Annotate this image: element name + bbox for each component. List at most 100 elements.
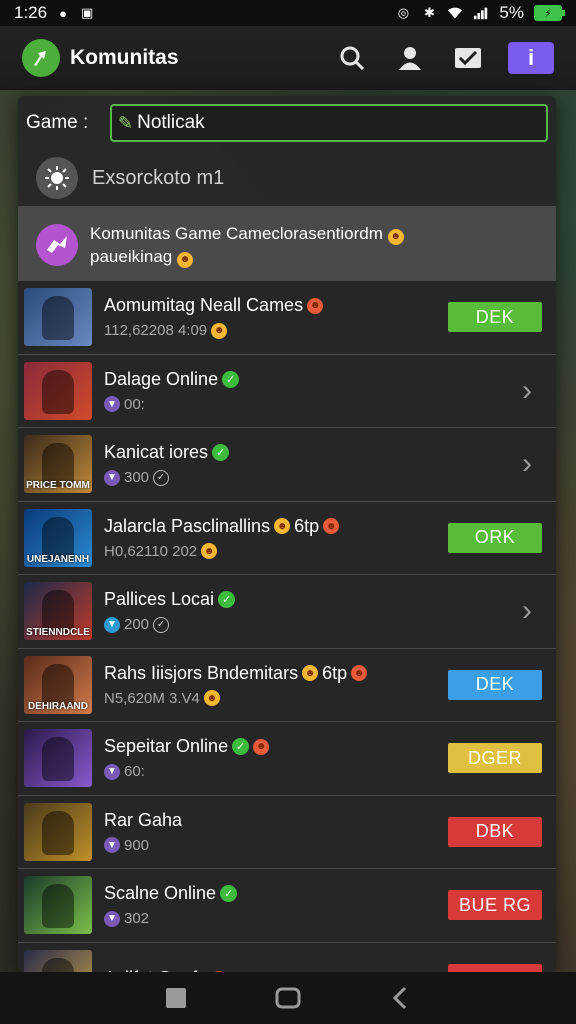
emoji-icon: ☻ bbox=[253, 738, 270, 755]
inbox-icon[interactable] bbox=[450, 40, 486, 76]
emoji-icon: ☻ bbox=[203, 690, 220, 707]
highlighted-suggestion-text: Komunitas Game Cameclorasentiordm ☻ paue… bbox=[90, 222, 404, 268]
game-info: Pallices Locai ✓ ▼ 200 ✓ bbox=[104, 589, 448, 633]
game-title: Pallices Locai ✓ bbox=[104, 589, 448, 610]
game-action-button[interactable]: DBK bbox=[448, 816, 542, 847]
game-subtitle: ▼ 00: bbox=[104, 396, 448, 413]
game-action-button[interactable]: DEK bbox=[448, 669, 542, 700]
game-list-item[interactable]: Rar Gaha ▼ 900 DBK bbox=[18, 794, 556, 868]
pencil-icon: ✎ bbox=[118, 112, 134, 133]
verified-icon: ✓ bbox=[218, 591, 236, 609]
game-list-item[interactable]: PRICE TOMM Kanicat iores ✓ ▼ 300 ✓ › bbox=[18, 427, 556, 501]
game-title: Scalne Online ✓ bbox=[104, 883, 448, 904]
chevron-right-icon[interactable]: › bbox=[448, 374, 542, 408]
verified-icon: ✓ bbox=[232, 738, 250, 756]
game-list: Aomumitag Neall Cames ☻ 112,62208 4:09 ☻ DEK… bbox=[18, 280, 556, 972]
game-info: Sepeitar Online ✓ ☻ ▼ 60: bbox=[104, 736, 448, 780]
game-thumbnail: UNEJANENH bbox=[24, 508, 92, 567]
highlighted-suggestion[interactable]: Komunitas Game Cameclorasentiordm ☻ paue… bbox=[18, 206, 556, 284]
emoji-icon: ☻ bbox=[211, 322, 228, 339]
game-info: Kanicat iores ✓ ▼ 300 ✓ bbox=[104, 442, 448, 486]
game-list-item[interactable]: Scalne Online ✓ ▼ 302 BUE RG bbox=[18, 868, 556, 942]
app-title: Komunitas bbox=[70, 46, 179, 69]
game-title: Jalarcla Pasclinallins ☻ 6tp ☻ bbox=[104, 516, 448, 537]
game-title: Sepeitar Online ✓ ☻ bbox=[104, 736, 448, 757]
gem-icon: ▼ bbox=[104, 469, 120, 486]
game-action-button[interactable]: BUE RG bbox=[448, 890, 542, 921]
game-title: Aomumitag Neall Cames ☻ bbox=[104, 295, 448, 316]
game-title-suffix: 6tp bbox=[294, 515, 320, 536]
gem-icon: ▼ bbox=[104, 763, 120, 780]
game-title: Rahs Iiisjors Bndemitars ☻ 6tp ☻ bbox=[104, 663, 448, 684]
game-thumbnail: STIENNDCLE bbox=[24, 582, 92, 641]
emoji-icon: ☻ bbox=[176, 251, 193, 268]
check-circle-icon: ✓ bbox=[153, 469, 170, 486]
game-info: Aomumitag Neall Cames ☻ 112,62208 4:09 ☻ bbox=[104, 295, 448, 339]
wifi-icon bbox=[447, 5, 463, 21]
battery-percent: 5% bbox=[499, 3, 524, 22]
notification-icon: ● bbox=[59, 5, 68, 21]
gem-icon: ▼ bbox=[104, 837, 120, 854]
filter-input[interactable]: ✎ Notlicak bbox=[110, 104, 548, 142]
game-list-item[interactable]: Aomumitag Neall Cames ☻ 112,62208 4:09 ☻ DEK bbox=[18, 280, 556, 354]
check-circle-icon: ✓ bbox=[153, 616, 170, 633]
game-list-item[interactable]: Aziifat Onufa☻ bbox=[18, 941, 556, 972]
game-title: Rar Gaha bbox=[104, 809, 183, 830]
back-icon[interactable] bbox=[380, 978, 420, 1018]
game-title: Kanicat iores ✓ bbox=[104, 442, 448, 463]
chevron-right-icon[interactable]: › bbox=[448, 447, 542, 481]
verified-icon: ✓ bbox=[212, 444, 230, 462]
suggestion-text: Exsorckoto m1 bbox=[92, 166, 225, 189]
game-info: Jalarcla Pasclinallins ☻ 6tp ☻ H0,62110 202 ☻ bbox=[104, 516, 448, 560]
filter-label: Game : bbox=[26, 112, 89, 133]
game-thumbnail bbox=[24, 288, 92, 347]
emoji-icon: ☻ bbox=[274, 518, 291, 535]
game-thumbnail bbox=[24, 802, 92, 861]
game-action-button[interactable]: ORK bbox=[448, 522, 542, 553]
profile-icon[interactable] bbox=[392, 40, 428, 76]
game-info: Rar Gaha ▼ 900 bbox=[104, 810, 448, 854]
chevron-right-icon[interactable]: › bbox=[448, 594, 542, 628]
emoji-icon: ☻ bbox=[302, 665, 319, 682]
game-list-item[interactable]: STIENNDCLE Pallices Locai ✓ ▼ 200 ✓ › bbox=[18, 574, 556, 648]
home-icon[interactable] bbox=[268, 978, 308, 1018]
game-action-button[interactable]: DGER bbox=[448, 743, 542, 774]
status-bar: 1:26 ● ▣ ◎ ✱ 5% ⚡ bbox=[0, 0, 576, 26]
game-subtitle: ▼ 300 ✓ bbox=[104, 469, 448, 486]
status-time: 1:26 bbox=[14, 3, 48, 22]
verified-icon: ✓ bbox=[220, 885, 238, 903]
filter-row: Game : ✎ Notlicak bbox=[18, 96, 556, 150]
signal-icon bbox=[473, 5, 489, 21]
game-thumbnail bbox=[24, 729, 92, 788]
battery-icon: ⚡ bbox=[534, 5, 565, 21]
game-action-button[interactable]: DEK bbox=[448, 302, 542, 333]
game-info: Scalne Online ✓ ▼ 302 bbox=[104, 883, 448, 927]
game-list-item[interactable]: Sepeitar Online ✓ ☻ ▼ 60: DGER bbox=[18, 721, 556, 795]
search-panel: Game : ✎ Notlicak Exsorckoto m1 Komunita… bbox=[18, 96, 556, 972]
emoji-icon: ☻ bbox=[387, 228, 404, 245]
gem-icon: ▼ bbox=[104, 616, 120, 633]
game-subtitle: 112,62208 4:09 ☻ bbox=[104, 322, 448, 339]
game-subtitle: ▼ 200 ✓ bbox=[104, 616, 448, 633]
search-icon[interactable] bbox=[334, 40, 370, 76]
verified-icon: ✓ bbox=[222, 370, 240, 388]
bluetooth-icon: ✱ bbox=[423, 5, 435, 20]
game-info: Rahs Iiisjors Bndemitars ☻ 6tp ☻ N5,620M 3.V… bbox=[104, 663, 448, 707]
game-list-item[interactable]: Dalage Online ✓ ▼ 00: › bbox=[18, 353, 556, 427]
suggestion-item[interactable]: Exsorckoto m1 bbox=[18, 150, 556, 206]
game-thumbnail: PRICE TOMM bbox=[24, 435, 92, 494]
emoji-icon: ☻ bbox=[201, 543, 218, 560]
game-list-item[interactable]: DEHIRAAND Rahs Iiisjors Bndemitars ☻ 6tp ☻ N5… bbox=[18, 647, 556, 721]
game-list-item[interactable]: UNEJANENH Jalarcla Pasclinallins ☻ 6tp ☻ H0,6… bbox=[18, 500, 556, 574]
emoji-icon: ☻ bbox=[351, 665, 368, 682]
info-menu-button[interactable]: i bbox=[508, 42, 554, 74]
gem-icon: ▼ bbox=[104, 910, 120, 927]
gem-icon: ▼ bbox=[104, 396, 120, 413]
game-title-suffix: 6tp bbox=[322, 662, 348, 683]
brightness-icon bbox=[36, 157, 78, 199]
game-subtitle: ▼ 900 bbox=[104, 837, 448, 854]
game-title: Dalage Online ✓ bbox=[104, 369, 448, 390]
recent-apps-icon[interactable] bbox=[156, 978, 196, 1018]
game-action-button[interactable] bbox=[448, 963, 542, 972]
community-icon bbox=[36, 224, 78, 266]
